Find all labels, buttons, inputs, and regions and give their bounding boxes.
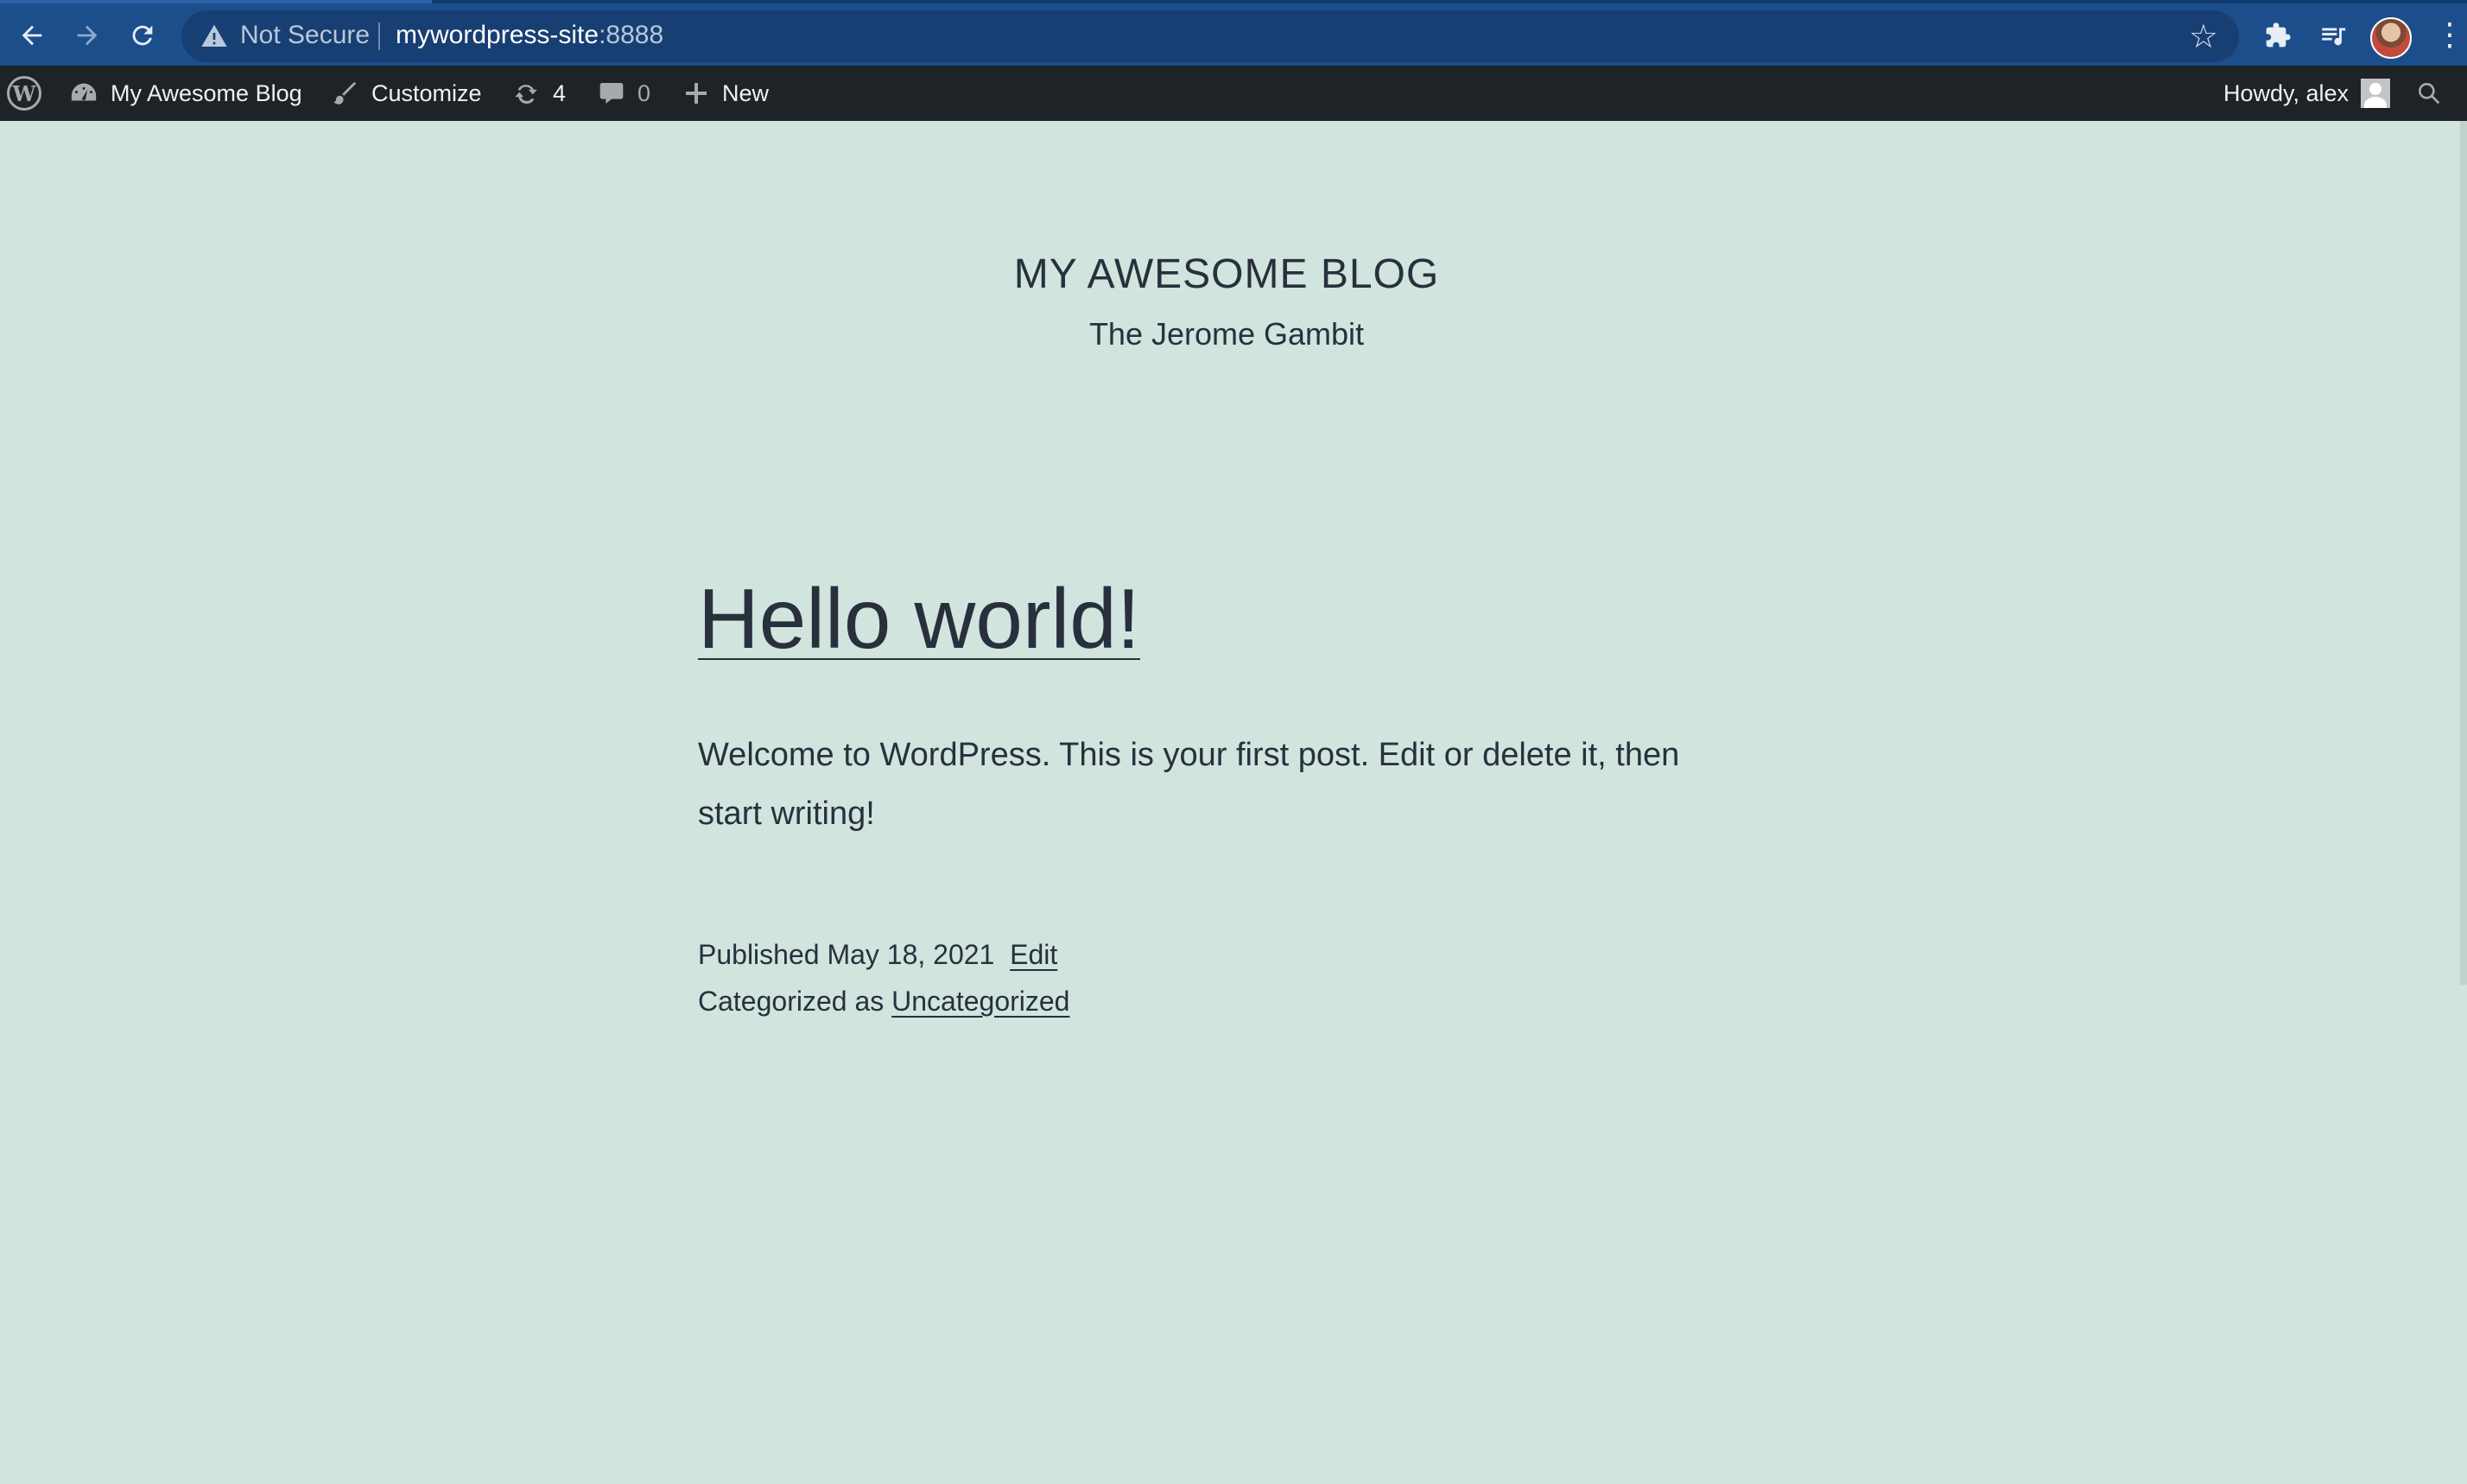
new-content-menu[interactable]: New: [682, 66, 769, 121]
customize-label: Customize: [371, 79, 482, 106]
site-name-menu[interactable]: My Awesome Blog: [69, 66, 302, 121]
profile-avatar[interactable]: [2370, 17, 2412, 59]
security-status[interactable]: Not Secure: [240, 21, 370, 50]
reload-icon[interactable]: [119, 12, 166, 59]
plus-icon: [682, 79, 710, 107]
post-date[interactable]: May 18, 2021: [827, 939, 994, 970]
warning-icon: [201, 24, 227, 47]
site-description: The Jerome Gambit: [1088, 316, 1365, 352]
comments-count: 0: [637, 79, 651, 106]
categorized-prefix: Categorized as: [698, 986, 885, 1017]
brush-icon: [330, 79, 359, 108]
post-content: Welcome to WordPress. This is your first…: [698, 737, 1680, 832]
address-bar[interactable]: Not Secure mywordpress-site:8888 ☆: [181, 10, 2239, 62]
extensions-icon[interactable]: [2258, 16, 2298, 55]
new-label: New: [722, 79, 770, 106]
scrollbar[interactable]: [2460, 121, 2467, 985]
admin-search[interactable]: [2415, 66, 2443, 121]
menu-icon[interactable]: ⋮: [2434, 19, 2465, 50]
star-icon[interactable]: ☆: [2189, 17, 2218, 56]
post-published-line: Published May 18, 2021 Edit: [698, 931, 1069, 978]
howdy-label: Howdy, alex: [2223, 79, 2350, 106]
url-text[interactable]: mywordpress-site:8888: [396, 21, 663, 50]
category-link[interactable]: Uncategorized: [891, 986, 1069, 1017]
updates-icon: [511, 79, 541, 108]
customize-menu[interactable]: Customize: [330, 66, 482, 121]
comments-menu[interactable]: 0: [598, 66, 650, 121]
user-avatar: [2361, 79, 2391, 108]
updates-menu[interactable]: 4: [511, 66, 566, 121]
updates-count: 4: [553, 79, 567, 106]
dashboard-icon: [69, 79, 98, 108]
back-arrow-icon[interactable]: [9, 12, 55, 59]
post-category-line: Categorized as Uncategorized: [698, 978, 1069, 1024]
browser-toolbar: Not Secure mywordpress-site:8888 ☆ ⋮: [0, 0, 2467, 66]
search-icon: [2415, 79, 2443, 107]
published-prefix: Published: [698, 939, 820, 970]
comment-icon: [598, 79, 625, 107]
post-title-link[interactable]: Hello world!: [698, 570, 1140, 668]
account-menu[interactable]: Howdy, alex: [2223, 66, 2391, 121]
wordpress-logo-icon: W: [7, 76, 41, 111]
post-meta: Published May 18, 2021 Edit Categorized …: [698, 931, 1069, 1024]
loading-bar: [0, 0, 432, 3]
site-title[interactable]: MY AWESOME BLOG: [0, 251, 2453, 298]
media-icon[interactable]: [2313, 16, 2353, 55]
forward-arrow-icon[interactable]: [64, 12, 111, 59]
site-name-label: My Awesome Blog: [111, 79, 302, 106]
wp-admin-bar: W My Awesome Blog Customize 4 0 New Howd…: [0, 66, 2467, 121]
edit-link[interactable]: Edit: [1010, 939, 1057, 970]
wp-logo-menu[interactable]: W: [7, 66, 41, 121]
divider: [378, 22, 380, 50]
